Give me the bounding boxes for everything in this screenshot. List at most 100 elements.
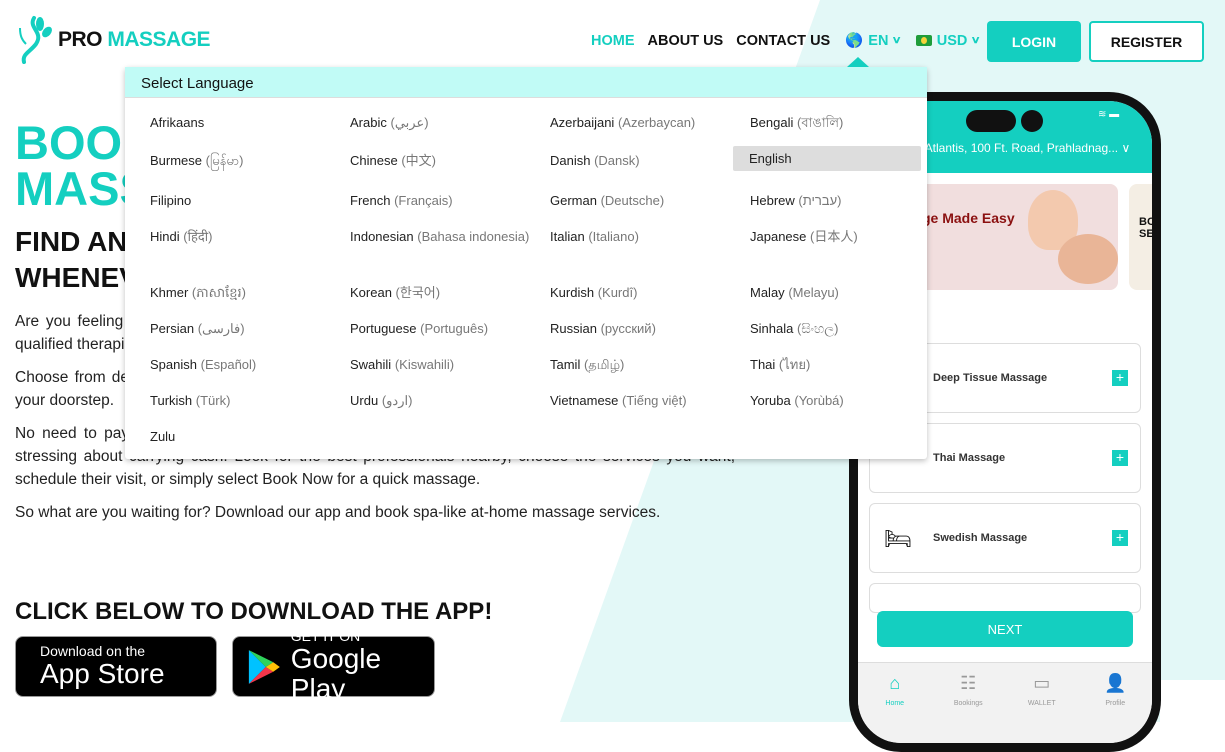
language-native-name: (ភាសាខ្មែរ) — [191, 285, 246, 300]
language-option[interactable]: Russian (русский) — [550, 319, 740, 338]
login-button[interactable]: LOGIN — [987, 21, 1081, 62]
language-dropdown: Select Language Afrikaans Arabic (عربي) A… — [125, 67, 927, 459]
language-native-name: (Dansk) — [594, 153, 640, 168]
service-card[interactable]: 🛏 Swedish Massage + — [869, 503, 1141, 573]
tab-home[interactable]: ⌂ Home — [858, 663, 932, 743]
language-option[interactable]: Afrikaans — [150, 113, 340, 132]
language-option[interactable]: Spanish (Español) — [150, 355, 340, 374]
language-option[interactable]: Turkish (Türk) — [150, 391, 340, 410]
play-big-text: Google Play — [290, 643, 382, 704]
language-option[interactable]: Sinhala (සිංහල) — [750, 319, 940, 338]
language-name: Russian — [550, 321, 597, 336]
tab-profile[interactable]: 👤 Profile — [1079, 663, 1153, 743]
language-option[interactable]: Swahili (Kiswahili) — [350, 355, 540, 374]
nav-home[interactable]: HOME — [591, 33, 635, 49]
language-name: Hindi — [150, 229, 180, 244]
plus-icon[interactable]: + — [1112, 530, 1128, 546]
language-name: Azerbaijani — [550, 115, 615, 130]
home-icon: ⌂ — [889, 673, 901, 693]
camera-icon — [1021, 110, 1043, 132]
language-name: Yoruba — [750, 393, 791, 408]
register-button[interactable]: REGISTER — [1089, 21, 1204, 62]
language-option[interactable]: Hindi (हिंदी) — [150, 227, 340, 246]
appstore-small-text: Download on the — [40, 643, 146, 659]
language-name: Indonesian — [350, 229, 414, 244]
language-option[interactable]: Khmer (ភាសាខ្មែរ) — [150, 283, 340, 302]
language-name: Kurdish — [550, 285, 595, 300]
language-name: Vietnamese — [550, 393, 619, 408]
language-name: Japanese — [750, 229, 807, 244]
language-name: Zulu — [150, 429, 176, 444]
language-option[interactable]: German (Deutsche) — [550, 191, 740, 210]
language-name: Portuguese — [350, 321, 417, 336]
language-option[interactable]: Indonesian (Bahasa indonesia) — [350, 227, 540, 246]
plus-icon[interactable]: + — [1112, 370, 1128, 386]
plus-icon[interactable]: + — [1112, 450, 1128, 466]
tab-bookings[interactable]: ☷ Bookings — [932, 663, 1006, 743]
address-selector[interactable]: s Atlantis, 100 Ft. Road, Prahladnag... … — [916, 141, 1130, 155]
language-native-name: (Português) — [420, 321, 489, 336]
currency-selector[interactable]: USD ∨ — [915, 33, 982, 49]
language-native-name: (မြန်မာ) — [205, 153, 244, 168]
language-native-name: (한국어) — [395, 285, 441, 300]
checklist-icon: ☷ — [960, 673, 977, 693]
language-option[interactable]: Persian (فارسی) — [150, 319, 340, 338]
language-option[interactable]: Urdu (اردو) — [350, 391, 540, 410]
language-name: Danish — [550, 153, 591, 168]
money-icon — [915, 35, 932, 46]
language-name: Thai — [750, 357, 776, 372]
language-native-name: (Español) — [200, 357, 257, 372]
language-option[interactable]: English — [733, 146, 921, 171]
language-option[interactable]: Hebrew (עברית) — [750, 191, 940, 210]
language-option[interactable]: Kurdish (Kurdî) — [550, 283, 740, 302]
nav-contact[interactable]: CONTACT US — [736, 33, 830, 49]
language-name: Spanish — [150, 357, 197, 372]
language-name: French — [350, 193, 391, 208]
language-option[interactable]: Arabic (عربي) — [350, 113, 540, 132]
language-option[interactable]: Filipino — [150, 191, 340, 210]
play-small-text: GET IT ON — [290, 628, 361, 644]
language-option[interactable]: Burmese (မြန်မာ) — [150, 151, 340, 170]
service-card[interactable] — [869, 583, 1141, 613]
language-native-name: (Italiano) — [588, 229, 639, 244]
language-option[interactable]: Korean (한국어) — [350, 283, 540, 302]
language-option[interactable]: Vietnamese (Tiếng việt) — [550, 391, 740, 410]
language-option[interactable]: Japanese (日本人) — [750, 227, 940, 246]
language-name: Urdu — [350, 393, 379, 408]
language-option[interactable]: Yoruba (Yorùbá) — [750, 391, 940, 410]
language-option[interactable]: Danish (Dansk) — [550, 151, 740, 170]
tab-wallet[interactable]: ▭ WALLET — [1005, 663, 1079, 743]
language-option[interactable]: Azerbaijani (Azerbaycan) — [550, 113, 740, 132]
promo-banner[interactable]: ge Made Easy — [918, 184, 1118, 290]
nav-about[interactable]: ABOUT US — [648, 33, 724, 49]
language-option[interactable]: Thai (ไทย) — [750, 355, 940, 374]
language-option[interactable]: Portuguese (Português) — [350, 319, 540, 338]
language-name: Korean — [350, 285, 392, 300]
woman-image — [1058, 234, 1118, 284]
language-native-name: (Türk) — [195, 393, 231, 408]
globe-icon: 🌎 — [845, 33, 864, 49]
dropdown-title: Select Language — [125, 67, 927, 98]
language-native-name: (Bahasa indonesia) — [417, 229, 530, 244]
appstore-big-text: App Store — [40, 658, 165, 689]
language-option[interactable]: Malay (Melayu) — [750, 283, 940, 302]
wifi-battery-icon: ≋ ▬ — [1098, 109, 1120, 120]
app-store-button[interactable]: Download on the App Store — [15, 636, 217, 697]
language-native-name: (ไทย) — [778, 357, 811, 372]
language-option[interactable]: Bengali (বাঙালি) — [750, 113, 940, 132]
language-native-name: (عربي) — [390, 115, 429, 130]
language-option[interactable]: Tamil (தமிழ்) — [550, 355, 740, 374]
logo[interactable]: PRO MASSAGE — [16, 14, 211, 66]
language-option[interactable]: Chinese (中文) — [350, 151, 540, 170]
language-name: Tamil — [550, 357, 581, 372]
chevron-down-icon: ∨ — [970, 35, 982, 46]
google-play-button[interactable]: GET IT ON Google Play — [232, 629, 435, 704]
language-native-name: (فارسی) — [197, 321, 245, 336]
language-option[interactable]: French (Français) — [350, 191, 540, 210]
language-option[interactable]: Zulu — [150, 427, 340, 446]
next-button[interactable]: NEXT — [877, 611, 1133, 647]
language-option[interactable]: Italian (Italiano) — [550, 227, 740, 246]
promo-banner-2[interactable]: BO SE — [1129, 184, 1152, 290]
language-selector[interactable]: 🌎 EN ∨ — [845, 32, 902, 50]
language-name: Chinese — [350, 153, 398, 168]
